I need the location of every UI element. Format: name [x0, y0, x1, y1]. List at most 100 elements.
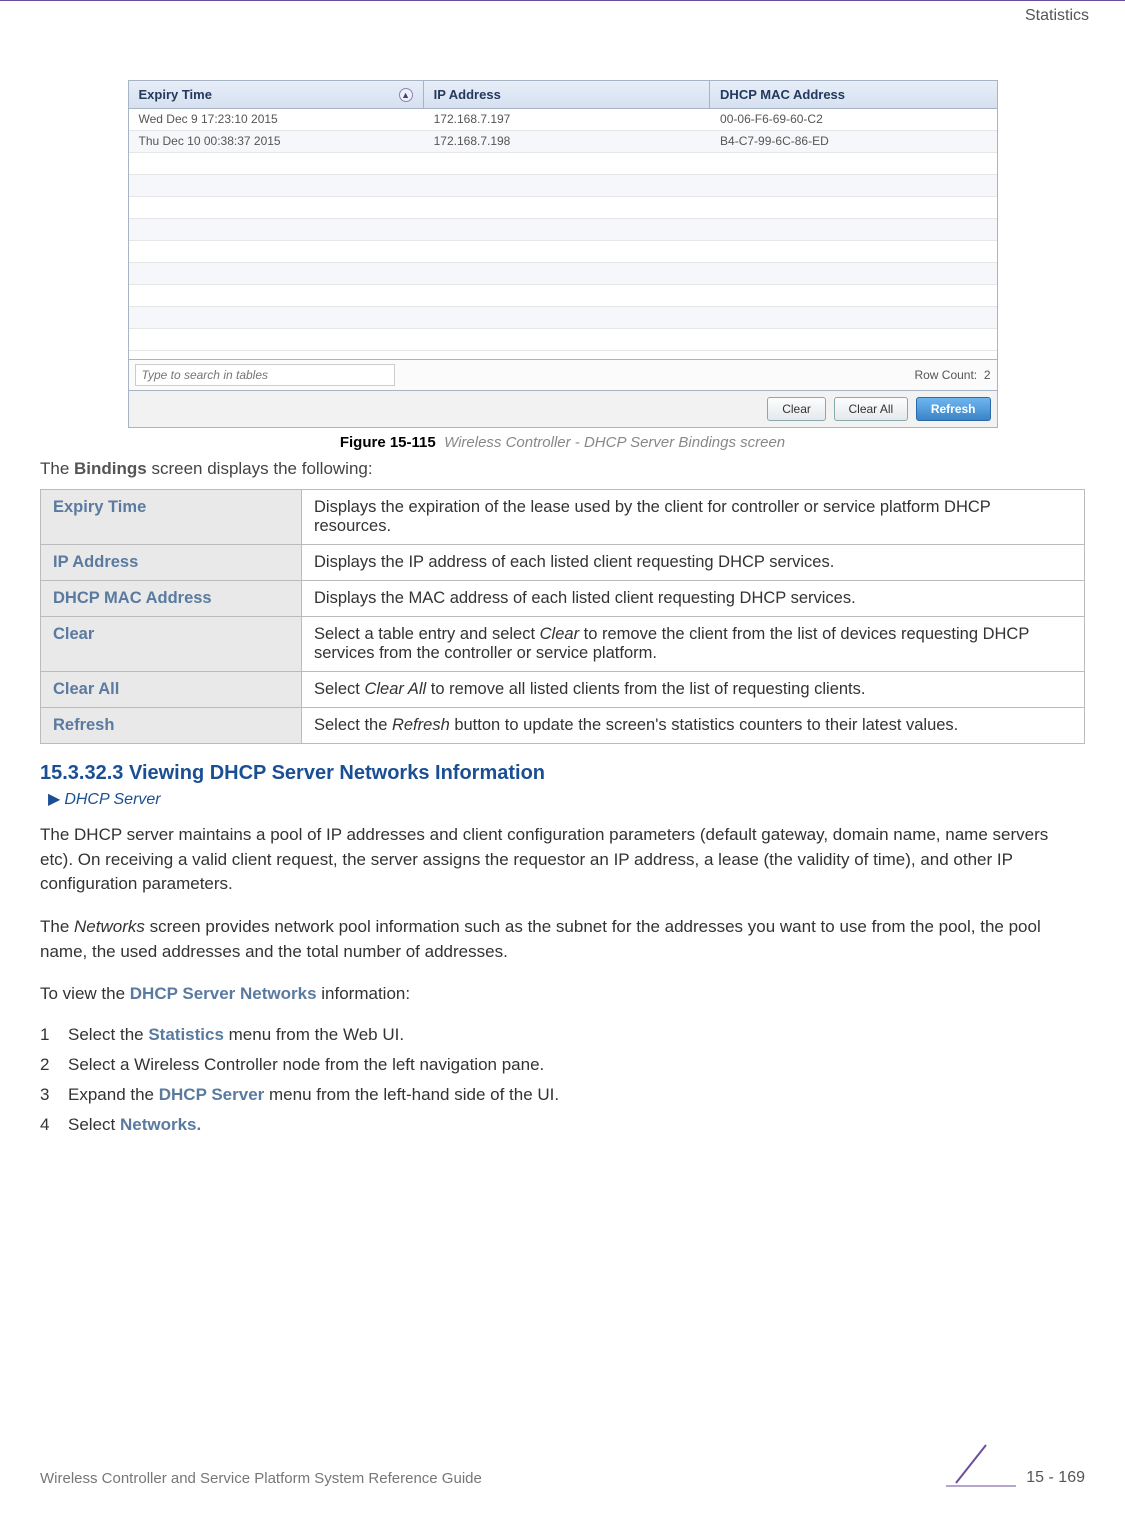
info-label: Clear [41, 617, 302, 672]
info-label: IP Address [41, 545, 302, 581]
figure-title: Wireless Controller - DHCP Server Bindin… [444, 434, 785, 451]
row-count-value: 2 [984, 368, 991, 382]
text: Select [68, 1115, 120, 1134]
step-number: 4 [40, 1115, 68, 1135]
cell-expiry: Wed Dec 9 17:23:10 2015 [129, 109, 424, 130]
step-text: Select Networks. [68, 1115, 201, 1135]
guide-title: Wireless Controller and Service Platform… [40, 1470, 482, 1487]
row-count-label: Row Count: [914, 368, 977, 382]
column-header-mac[interactable]: DHCP MAC Address [710, 81, 996, 108]
info-label: DHCP MAC Address [41, 581, 302, 617]
info-label: Clear All [41, 672, 302, 708]
step-item: 3 Expand the DHCP Server menu from the l… [40, 1085, 1085, 1105]
refresh-button[interactable]: Refresh [916, 397, 991, 421]
text: The [40, 459, 74, 478]
intro-line: The Bindings screen displays the followi… [40, 459, 1085, 479]
info-label: Expiry Time [41, 490, 302, 545]
info-row: Expiry Time Displays the expiration of t… [41, 490, 1085, 545]
section-title: Statistics [1025, 7, 1089, 24]
section-heading: 15.3.32.3 Viewing DHCP Server Networks I… [40, 762, 1085, 785]
column-header-label: DHCP MAC Address [720, 87, 845, 102]
breadcrumb: ▶DHCP Server [48, 789, 1085, 809]
bold-term: Statistics [148, 1025, 224, 1044]
text: information: [317, 984, 411, 1003]
info-row: Refresh Select the Refresh button to upd… [41, 708, 1085, 744]
text: screen displays the following: [147, 459, 373, 478]
table-row [129, 197, 997, 219]
info-row: DHCP MAC Address Displays the MAC addres… [41, 581, 1085, 617]
bold-term: DHCP Server [159, 1085, 265, 1104]
page-footer: Wireless Controller and Service Platform… [40, 1443, 1085, 1487]
table-row [129, 153, 997, 175]
footer-right: 15 - 169 [946, 1443, 1085, 1487]
field-description-table: Expiry Time Displays the expiration of t… [40, 489, 1085, 744]
text: menu from the left-hand side of the UI. [264, 1085, 559, 1104]
page-header: Statistics [0, 0, 1125, 25]
text: button to update the screen's statistics… [450, 716, 959, 734]
text: Select a table entry and select [314, 625, 540, 643]
table-row [129, 285, 997, 307]
info-desc: Select Clear All to remove all listed cl… [302, 672, 1085, 708]
step-number: 1 [40, 1025, 68, 1045]
table-footer-search: Row Count: 2 [129, 359, 997, 390]
bold-term: DHCP Server Networks [130, 984, 317, 1003]
clear-all-button[interactable]: Clear All [834, 397, 909, 421]
step-item: 4 Select Networks. [40, 1115, 1085, 1135]
row-count: Row Count: 2 [914, 368, 990, 382]
steps-list: 1 Select the Statistics menu from the We… [40, 1025, 1085, 1135]
sort-asc-icon[interactable]: ▲ [399, 88, 413, 102]
column-header-label: IP Address [434, 87, 501, 102]
screenshot-figure: Expiry Time ▲ IP Address DHCP MAC Addres… [40, 80, 1085, 428]
bindings-table-panel: Expiry Time ▲ IP Address DHCP MAC Addres… [128, 80, 998, 428]
column-header-ip[interactable]: IP Address [424, 81, 710, 108]
arrow-icon: ▶ [48, 791, 60, 808]
step-number: 2 [40, 1055, 68, 1075]
table-row[interactable]: Wed Dec 9 17:23:10 2015 172.168.7.197 00… [129, 109, 997, 131]
step-item: 1 Select the Statistics menu from the We… [40, 1025, 1085, 1045]
step-text: Select the Statistics menu from the Web … [68, 1025, 404, 1045]
table-row[interactable]: Thu Dec 10 00:38:37 2015 172.168.7.198 B… [129, 131, 997, 153]
clear-button[interactable]: Clear [767, 397, 826, 421]
info-row: Clear Select a table entry and select Cl… [41, 617, 1085, 672]
cell-ip: 172.168.7.197 [424, 109, 710, 130]
button-bar: Clear Clear All Refresh [129, 390, 997, 427]
table-row [129, 175, 997, 197]
info-desc: Displays the IP address of each listed c… [302, 545, 1085, 581]
column-header-expiry[interactable]: Expiry Time ▲ [129, 81, 424, 108]
info-row: IP Address Displays the IP address of ea… [41, 545, 1085, 581]
text: Select the [68, 1025, 148, 1044]
step-item: 2 Select a Wireless Controller node from… [40, 1055, 1085, 1075]
italic-term: Clear [540, 625, 579, 643]
text: screen provides network pool information… [40, 917, 1041, 961]
text: Select the [314, 716, 392, 734]
table-row [129, 307, 997, 329]
figure-label: Figure 15-115 [340, 434, 436, 451]
text: Expand the [68, 1085, 159, 1104]
step-text: Expand the DHCP Server menu from the lef… [68, 1085, 559, 1105]
info-desc: Displays the expiration of the lease use… [302, 490, 1085, 545]
paragraph: The Networks screen provides network poo… [40, 915, 1085, 964]
cell-mac: 00-06-F6-69-60-C2 [710, 109, 996, 130]
text: to remove all listed clients from the li… [426, 680, 865, 698]
text: menu from the Web UI. [224, 1025, 404, 1044]
bold-term: Bindings [74, 459, 147, 478]
bold-term: Networks. [120, 1115, 201, 1134]
italic-term: Networks [74, 917, 145, 936]
cell-expiry: Thu Dec 10 00:38:37 2015 [129, 131, 424, 152]
search-input[interactable] [135, 364, 395, 386]
cell-mac: B4-C7-99-6C-86-ED [710, 131, 996, 152]
paragraph: To view the DHCP Server Networks informa… [40, 982, 1085, 1007]
info-row: Clear All Select Clear All to remove all… [41, 672, 1085, 708]
info-desc: Select a table entry and select Clear to… [302, 617, 1085, 672]
table-body: Wed Dec 9 17:23:10 2015 172.168.7.197 00… [129, 109, 997, 359]
step-text: Select a Wireless Controller node from t… [68, 1055, 544, 1075]
text: Select [314, 680, 364, 698]
text: To view the [40, 984, 130, 1003]
table-header-row: Expiry Time ▲ IP Address DHCP MAC Addres… [129, 81, 997, 109]
table-row [129, 219, 997, 241]
info-desc: Select the Refresh button to update the … [302, 708, 1085, 744]
table-row [129, 241, 997, 263]
step-number: 3 [40, 1085, 68, 1105]
text: The [40, 917, 74, 936]
paragraph: The DHCP server maintains a pool of IP a… [40, 823, 1085, 897]
